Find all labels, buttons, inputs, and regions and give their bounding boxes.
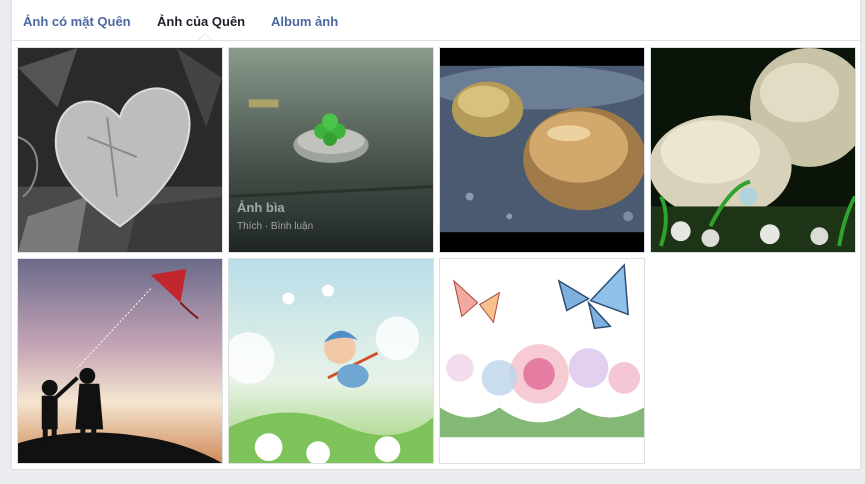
photo-clover-on-stone[interactable]: Ảnh bìa Thích · Bình luận [228, 47, 434, 253]
tab-photos-of[interactable]: Ảnh có mặt Quên [23, 14, 131, 29]
photo-pebbles-image [440, 48, 644, 252]
photo-dandelion-fairy[interactable] [228, 258, 434, 464]
active-tab-pointer [198, 33, 212, 40]
photo-kids-kite[interactable] [17, 258, 223, 464]
tab-own-photos[interactable]: Ảnh của Quên [157, 14, 245, 29]
photo-butterflies-image [440, 259, 644, 463]
photo-kids-kite-image [18, 259, 222, 463]
photo-water-drop[interactable] [650, 47, 856, 253]
tab-albums[interactable]: Album ảnh [271, 14, 338, 29]
photo-butterflies[interactable] [439, 258, 645, 464]
cover-photo-label: Ảnh bìa [237, 200, 285, 215]
photo-stone-heart[interactable] [17, 47, 223, 253]
photo-dandelion-image [229, 259, 433, 463]
photo-stone-heart-image [18, 48, 222, 252]
photo-wet-pebbles[interactable] [439, 47, 645, 253]
like-comment-links[interactable]: Thích · Bình luận [237, 221, 313, 232]
photo-tabs: Ảnh có mặt Quên Ảnh của Quên Album ảnh [12, 0, 860, 41]
photo-water-drop-image [651, 48, 855, 252]
